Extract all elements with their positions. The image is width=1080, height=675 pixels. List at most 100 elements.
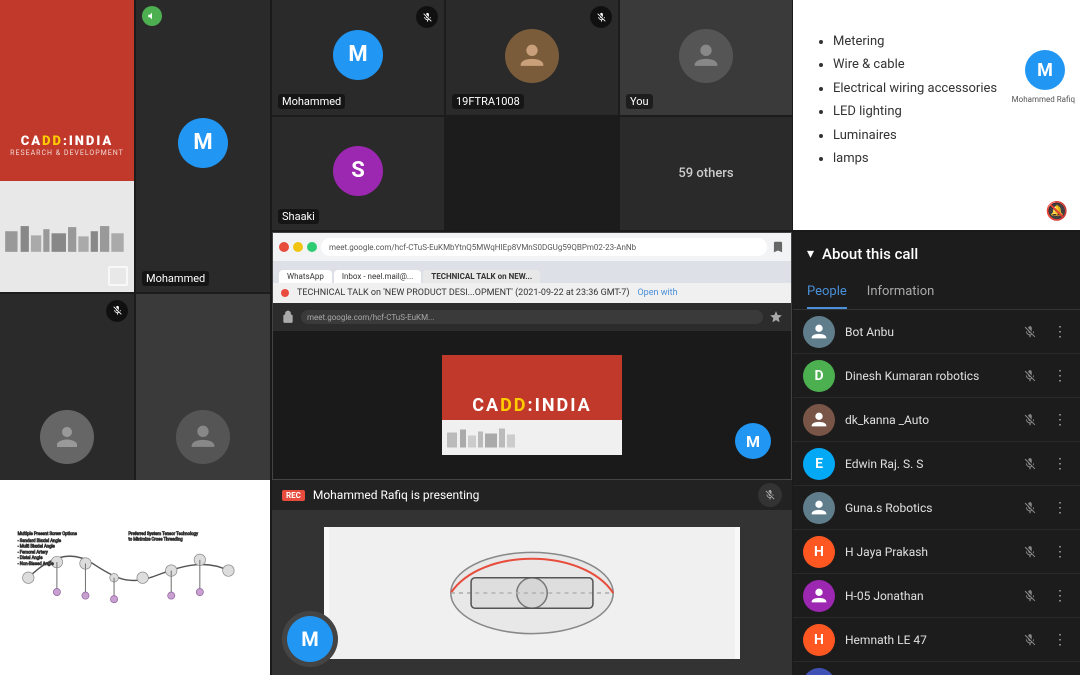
meeting-toolbar: meet.google.com/hcf-CTuS-EuKM... (273, 303, 791, 331)
list-item: J Jerald .S.S ⋮ (793, 662, 1080, 675)
mute-icon (1020, 366, 1040, 386)
svg-text:- Femoral Artery: - Femoral Artery (17, 550, 47, 555)
avatar: H (803, 624, 835, 656)
person-name: Bot Anbu (845, 325, 1010, 339)
camera-preview: M (282, 611, 338, 667)
tab-whatsapp[interactable]: WhatsApp (279, 270, 332, 283)
list-item: D Dinesh Kumaran robotics ⋮ (793, 354, 1080, 398)
mute-icon (1020, 454, 1040, 474)
19ftra1008-tile: 19FTRA1008 (446, 0, 618, 115)
tile-label: 19FTRA1008 (452, 94, 524, 109)
close-dot[interactable] (279, 242, 289, 252)
mute-icon (1020, 322, 1040, 342)
avatar: E (803, 448, 835, 480)
more-button[interactable]: ⋮ (1050, 586, 1070, 606)
meeting-title: TECHNICAL TALK on 'NEW PRODUCT DESI...OP… (297, 288, 629, 298)
more-button[interactable]: ⋮ (1050, 410, 1070, 430)
person-name: Hemnath LE 47 (845, 633, 1010, 647)
others-count: 59 others (678, 166, 733, 181)
mute-presenter-button[interactable] (758, 483, 782, 507)
person-name: H Jaya Prakash (845, 545, 1010, 559)
presenting-content: M (272, 510, 792, 675)
lock-icon (281, 310, 295, 324)
expand-icon[interactable] (108, 266, 128, 286)
more-button[interactable]: ⋮ (1050, 630, 1070, 650)
tab-inbox[interactable]: Inbox - neel.mail@... (334, 270, 421, 283)
presenting-panel: REC Mohammed Rafiq is presenting (272, 480, 792, 675)
tab-meeting[interactable]: TECHNICAL TALK on NEW... (423, 270, 540, 283)
more-button[interactable]: ⋮ (1050, 542, 1070, 562)
tile-label: Mohammed (278, 94, 345, 109)
avatar (803, 316, 835, 348)
chevron-down-icon[interactable]: ▾ (807, 246, 814, 262)
cam-avatar: M (287, 616, 333, 662)
url-text: meet.google.com/hcf-CTuS-EuKMbYtnQ5MWqHI… (329, 243, 636, 252)
person-name: Guna.s Robotics (845, 501, 1010, 515)
max-dot[interactable] (307, 242, 317, 252)
avatar: M (178, 118, 228, 168)
more-button[interactable]: ⋮ (1050, 366, 1070, 386)
about-call-panel: ▾ About this call People Information Bot… (793, 232, 1080, 675)
list-item: H-05 Jonathan ⋮ (793, 574, 1080, 618)
min-dot[interactable] (293, 242, 303, 252)
browser-window: meet.google.com/hcf-CTuS-EuKMbYtnQ5MWqHI… (272, 232, 792, 480)
avatar: D (803, 360, 835, 392)
more-button[interactable]: ⋮ (1050, 322, 1070, 342)
list-item: E Edwin Raj. S. S ⋮ (793, 442, 1080, 486)
mute-icon (1020, 410, 1040, 430)
person-name: Edwin Raj. S. S (845, 457, 1010, 471)
tabs-bar: People Information (793, 276, 1080, 310)
tab-information[interactable]: Information (867, 276, 935, 309)
shaaki-tile: S Shaaki (272, 117, 444, 230)
more-button[interactable]: ⋮ (1050, 498, 1070, 518)
list-item: Guna.s Robotics ⋮ (793, 486, 1080, 530)
rec-dot (281, 289, 289, 297)
mohammed-tile-top: M Mohammed (272, 0, 444, 115)
mohammed-tile-left: M Mohammed (136, 0, 270, 292)
svg-text:- Multi Biaxial Angle: - Multi Biaxial Angle (17, 544, 55, 549)
star-icon (769, 310, 783, 324)
svg-text:- Non-Biased Angle: - Non-Biased Angle (17, 562, 54, 567)
mute-icon (590, 6, 612, 28)
toolbar-url: meet.google.com/hcf-CTuS-EuKM... (307, 313, 434, 322)
center-top-panel: M Mohammed 19FTRA1008 You S Shaaki 59 ot… (272, 0, 792, 230)
list-item: dk_kanna _Auto ⋮ (793, 398, 1080, 442)
avatar (803, 580, 835, 612)
avatar: J (803, 668, 835, 675)
svg-text:to Minimize Cross Threading: to Minimize Cross Threading (128, 537, 183, 542)
svg-text:Multiple Present Screw Options: Multiple Present Screw Options (17, 532, 76, 537)
people-list: Bot Anbu ⋮ D Dinesh Kumaran robotics ⋮ d… (793, 310, 1080, 675)
open-with-link[interactable]: Open with (637, 288, 677, 298)
mute-icon (1020, 542, 1040, 562)
tab-bar: WhatsApp Inbox - neel.mail@... TECHNICAL… (273, 261, 791, 283)
cad-drawing: Multiple Present Screw Options - Sandard… (0, 480, 270, 675)
shared-screen (324, 527, 740, 659)
mute-icon (416, 6, 438, 28)
about-header: ▾ About this call (793, 232, 1080, 276)
mute-icon (106, 300, 128, 322)
svg-text:- Distal Angle: - Distal Angle (17, 556, 43, 561)
tile-label: Mohammed (142, 271, 209, 286)
avatar (803, 404, 835, 436)
bullet-item-6: lamps (833, 147, 1060, 170)
m-name-top-right: Mohammed Rafiq (1012, 95, 1075, 104)
avatar: H (803, 536, 835, 568)
list-item: Bot Anbu ⋮ (793, 310, 1080, 354)
person-name: H-05 Jonathan (845, 589, 1010, 603)
url-bar[interactable]: meet.google.com/hcf-CTuS-EuKMbYtnQ5MWqHI… (321, 238, 767, 256)
meeting-title-bar: TECHNICAL TALK on 'NEW PRODUCT DESI...OP… (273, 283, 791, 303)
mute-icon (1020, 498, 1040, 518)
inner-cadd-logo: CADD:INDIA (442, 355, 622, 455)
59-others-tile: 59 others (620, 117, 792, 230)
mute-icon (1020, 586, 1040, 606)
person-name: Dinesh Kumaran robotics (845, 369, 1010, 383)
tab-people[interactable]: People (807, 276, 847, 309)
browser-content: CADD:INDIA M (273, 331, 791, 479)
svg-text:Preferred System Tensor Techno: Preferred System Tensor Technology (128, 532, 198, 537)
presenter-text: Mohammed Rafiq is presenting (313, 488, 480, 502)
more-button[interactable]: ⋮ (1050, 454, 1070, 474)
about-title: About this call (822, 245, 918, 263)
meeting-m-avatar: M (735, 423, 771, 459)
presenting-bar: REC Mohammed Rafiq is presenting (272, 480, 792, 510)
speaker-badge (142, 6, 162, 26)
